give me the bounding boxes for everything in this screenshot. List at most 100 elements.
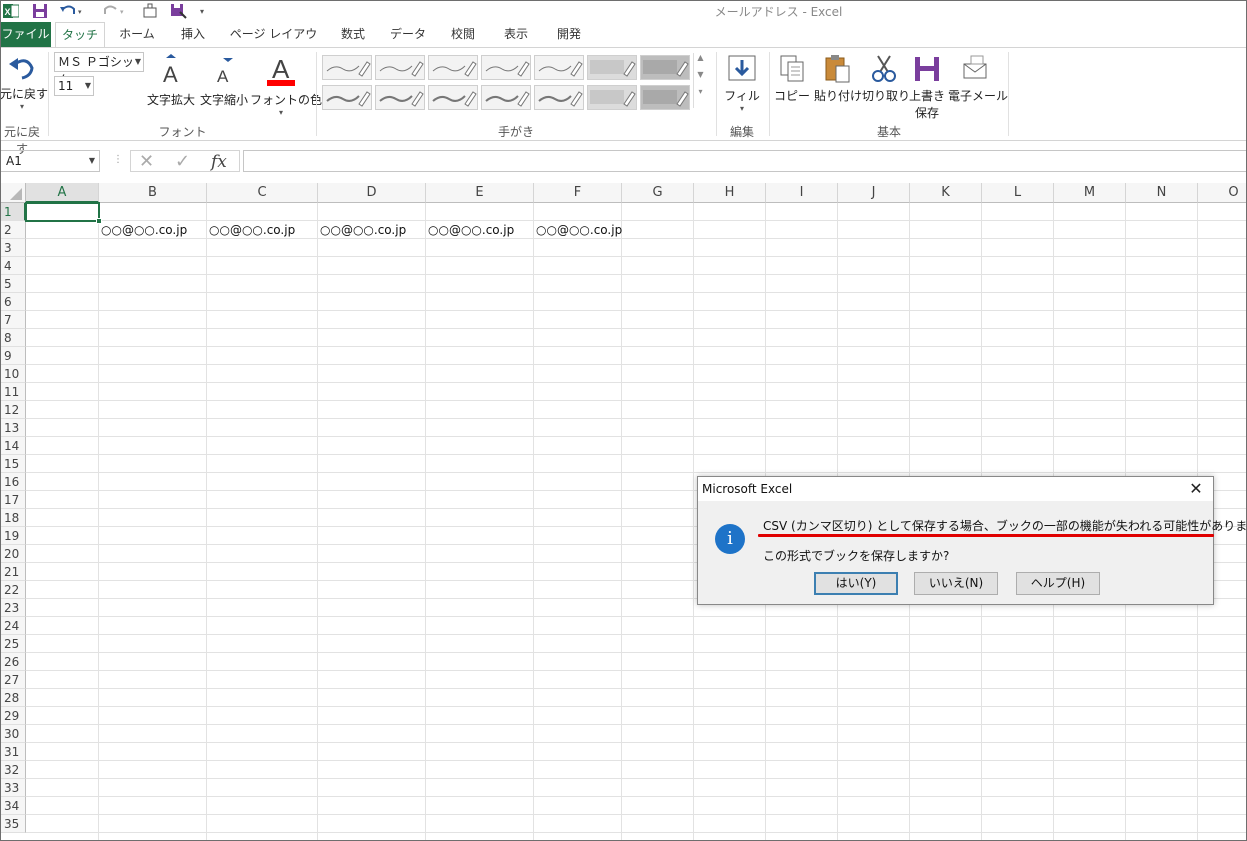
gallery-up-icon[interactable]: ▲ — [693, 53, 707, 70]
row-header-1[interactable]: 1 — [0, 203, 26, 221]
tab-file[interactable]: ファイル — [0, 22, 51, 47]
row-header-2[interactable]: 2 — [0, 221, 26, 239]
undo-button[interactable]: 元に戻す ▾ — [0, 54, 48, 111]
row-header-18[interactable]: 18 — [0, 509, 26, 527]
column-header-i[interactable]: I — [766, 183, 838, 203]
cell-d2[interactable]: ○○@○○.co.jp — [318, 221, 406, 239]
email-button[interactable]: 電子メール — [948, 54, 1008, 104]
ink-pen-4[interactable] — [481, 55, 531, 80]
column-header-f[interactable]: F — [534, 183, 622, 203]
column-header-a[interactable]: A — [26, 183, 99, 203]
cell-c2[interactable]: ○○@○○.co.jp — [207, 221, 295, 239]
select-all-corner[interactable] — [0, 183, 26, 203]
row-header-8[interactable]: 8 — [0, 329, 26, 347]
row-header-24[interactable]: 24 — [0, 617, 26, 635]
column-header-d[interactable]: D — [318, 183, 426, 203]
tab-review[interactable]: 校閲 — [438, 22, 488, 47]
row-header-19[interactable]: 19 — [0, 527, 26, 545]
row-header-21[interactable]: 21 — [0, 563, 26, 581]
active-cell-a1[interactable] — [25, 202, 100, 222]
cell-f2[interactable]: ○○@○○.co.jp — [534, 221, 622, 239]
row-header-16[interactable]: 16 — [0, 473, 26, 491]
row-header-28[interactable]: 28 — [0, 689, 26, 707]
fill-handle[interactable] — [96, 218, 102, 224]
row-header-35[interactable]: 35 — [0, 815, 26, 833]
ink-pen-3[interactable] — [428, 55, 478, 80]
row-header-10[interactable]: 10 — [0, 365, 26, 383]
gallery-more-icon[interactable]: ▾ — [693, 87, 707, 108]
paste-button[interactable]: 貼り付け — [814, 54, 862, 104]
formula-input[interactable] — [243, 150, 1247, 172]
close-icon[interactable]: ✕ — [1185, 479, 1207, 499]
yes-button[interactable]: はい(Y) — [814, 572, 898, 595]
row-header-32[interactable]: 32 — [0, 761, 26, 779]
copy-button[interactable]: コピー — [774, 54, 810, 104]
cell-e2[interactable]: ○○@○○.co.jp — [426, 221, 514, 239]
ink-pen-11[interactable] — [481, 85, 531, 110]
ink-pen-7[interactable] — [640, 55, 690, 80]
row-header-30[interactable]: 30 — [0, 725, 26, 743]
column-header-j[interactable]: J — [838, 183, 910, 203]
column-header-l[interactable]: L — [982, 183, 1054, 203]
tab-page-layout[interactable]: ページ レイアウト — [226, 22, 321, 66]
grow-font-button[interactable]: A 文字拡大 — [145, 54, 197, 108]
ink-pen-13[interactable] — [587, 85, 637, 110]
undo-dropdown-icon[interactable]: ▾ — [0, 102, 44, 111]
cancel-icon[interactable]: ✕ — [139, 151, 154, 172]
row-header-14[interactable]: 14 — [0, 437, 26, 455]
row-header-12[interactable]: 12 — [0, 401, 26, 419]
font-color-dropdown-icon[interactable]: ▾ — [250, 108, 312, 117]
row-header-11[interactable]: 11 — [0, 383, 26, 401]
row-header-13[interactable]: 13 — [0, 419, 26, 437]
enter-icon[interactable]: ✓ — [175, 151, 190, 172]
row-header-6[interactable]: 6 — [0, 293, 26, 311]
row-header-26[interactable]: 26 — [0, 653, 26, 671]
fill-dropdown-icon[interactable]: ▾ — [721, 104, 763, 113]
column-header-m[interactable]: M — [1054, 183, 1126, 203]
font-color-button[interactable]: A フォントの色 ▾ — [250, 52, 322, 117]
column-header-c[interactable]: C — [207, 183, 318, 203]
tab-touch[interactable]: タッチ — [55, 22, 105, 48]
ink-pen-9[interactable] — [375, 85, 425, 110]
row-header-9[interactable]: 9 — [0, 347, 26, 365]
cell-b2[interactable]: ○○@○○.co.jp — [99, 221, 187, 239]
tab-formulas[interactable]: 数式 — [328, 22, 378, 47]
column-header-k[interactable]: K — [910, 183, 982, 203]
fill-button[interactable]: フィル ▾ — [721, 54, 763, 113]
ink-pen-1[interactable] — [322, 55, 372, 80]
tab-developer[interactable]: 開発 — [544, 22, 594, 47]
insert-function-icon[interactable]: fx — [211, 152, 227, 172]
font-size-select[interactable]: 11 ▼ — [54, 76, 94, 96]
column-header-e[interactable]: E — [426, 183, 534, 203]
row-header-31[interactable]: 31 — [0, 743, 26, 761]
no-button[interactable]: いいえ(N) — [914, 572, 998, 595]
save-button[interactable]: 上書き 保存 — [906, 54, 948, 121]
ink-pen-10[interactable] — [428, 85, 478, 110]
gallery-down-icon[interactable]: ▼ — [693, 70, 707, 87]
row-header-34[interactable]: 34 — [0, 797, 26, 815]
tab-data[interactable]: データ — [383, 22, 433, 47]
cut-button[interactable]: 切り取り — [862, 54, 910, 104]
chevron-down-icon[interactable]: ▼ — [89, 151, 95, 171]
font-name-select[interactable]: ＭＳ Ｐゴシック ▼ — [54, 52, 144, 87]
tab-insert[interactable]: 挿入 — [168, 22, 218, 47]
row-header-15[interactable]: 15 — [0, 455, 26, 473]
column-header-b[interactable]: B — [99, 183, 207, 203]
ink-pen-8[interactable] — [322, 85, 372, 110]
column-header-h[interactable]: H — [694, 183, 766, 203]
tab-view[interactable]: 表示 — [491, 22, 541, 47]
row-header-29[interactable]: 29 — [0, 707, 26, 725]
column-header-g[interactable]: G — [622, 183, 694, 203]
help-button[interactable]: ヘルプ(H) — [1016, 572, 1100, 595]
ink-pen-2[interactable] — [375, 55, 425, 80]
row-header-33[interactable]: 33 — [0, 779, 26, 797]
column-header-o[interactable]: O — [1198, 183, 1247, 203]
row-header-25[interactable]: 25 — [0, 635, 26, 653]
row-header-7[interactable]: 7 — [0, 311, 26, 329]
row-header-5[interactable]: 5 — [0, 275, 26, 293]
row-header-20[interactable]: 20 — [0, 545, 26, 563]
row-header-22[interactable]: 22 — [0, 581, 26, 599]
name-box[interactable]: A1 ▼ — [0, 150, 100, 172]
row-header-17[interactable]: 17 — [0, 491, 26, 509]
row-header-4[interactable]: 4 — [0, 257, 26, 275]
